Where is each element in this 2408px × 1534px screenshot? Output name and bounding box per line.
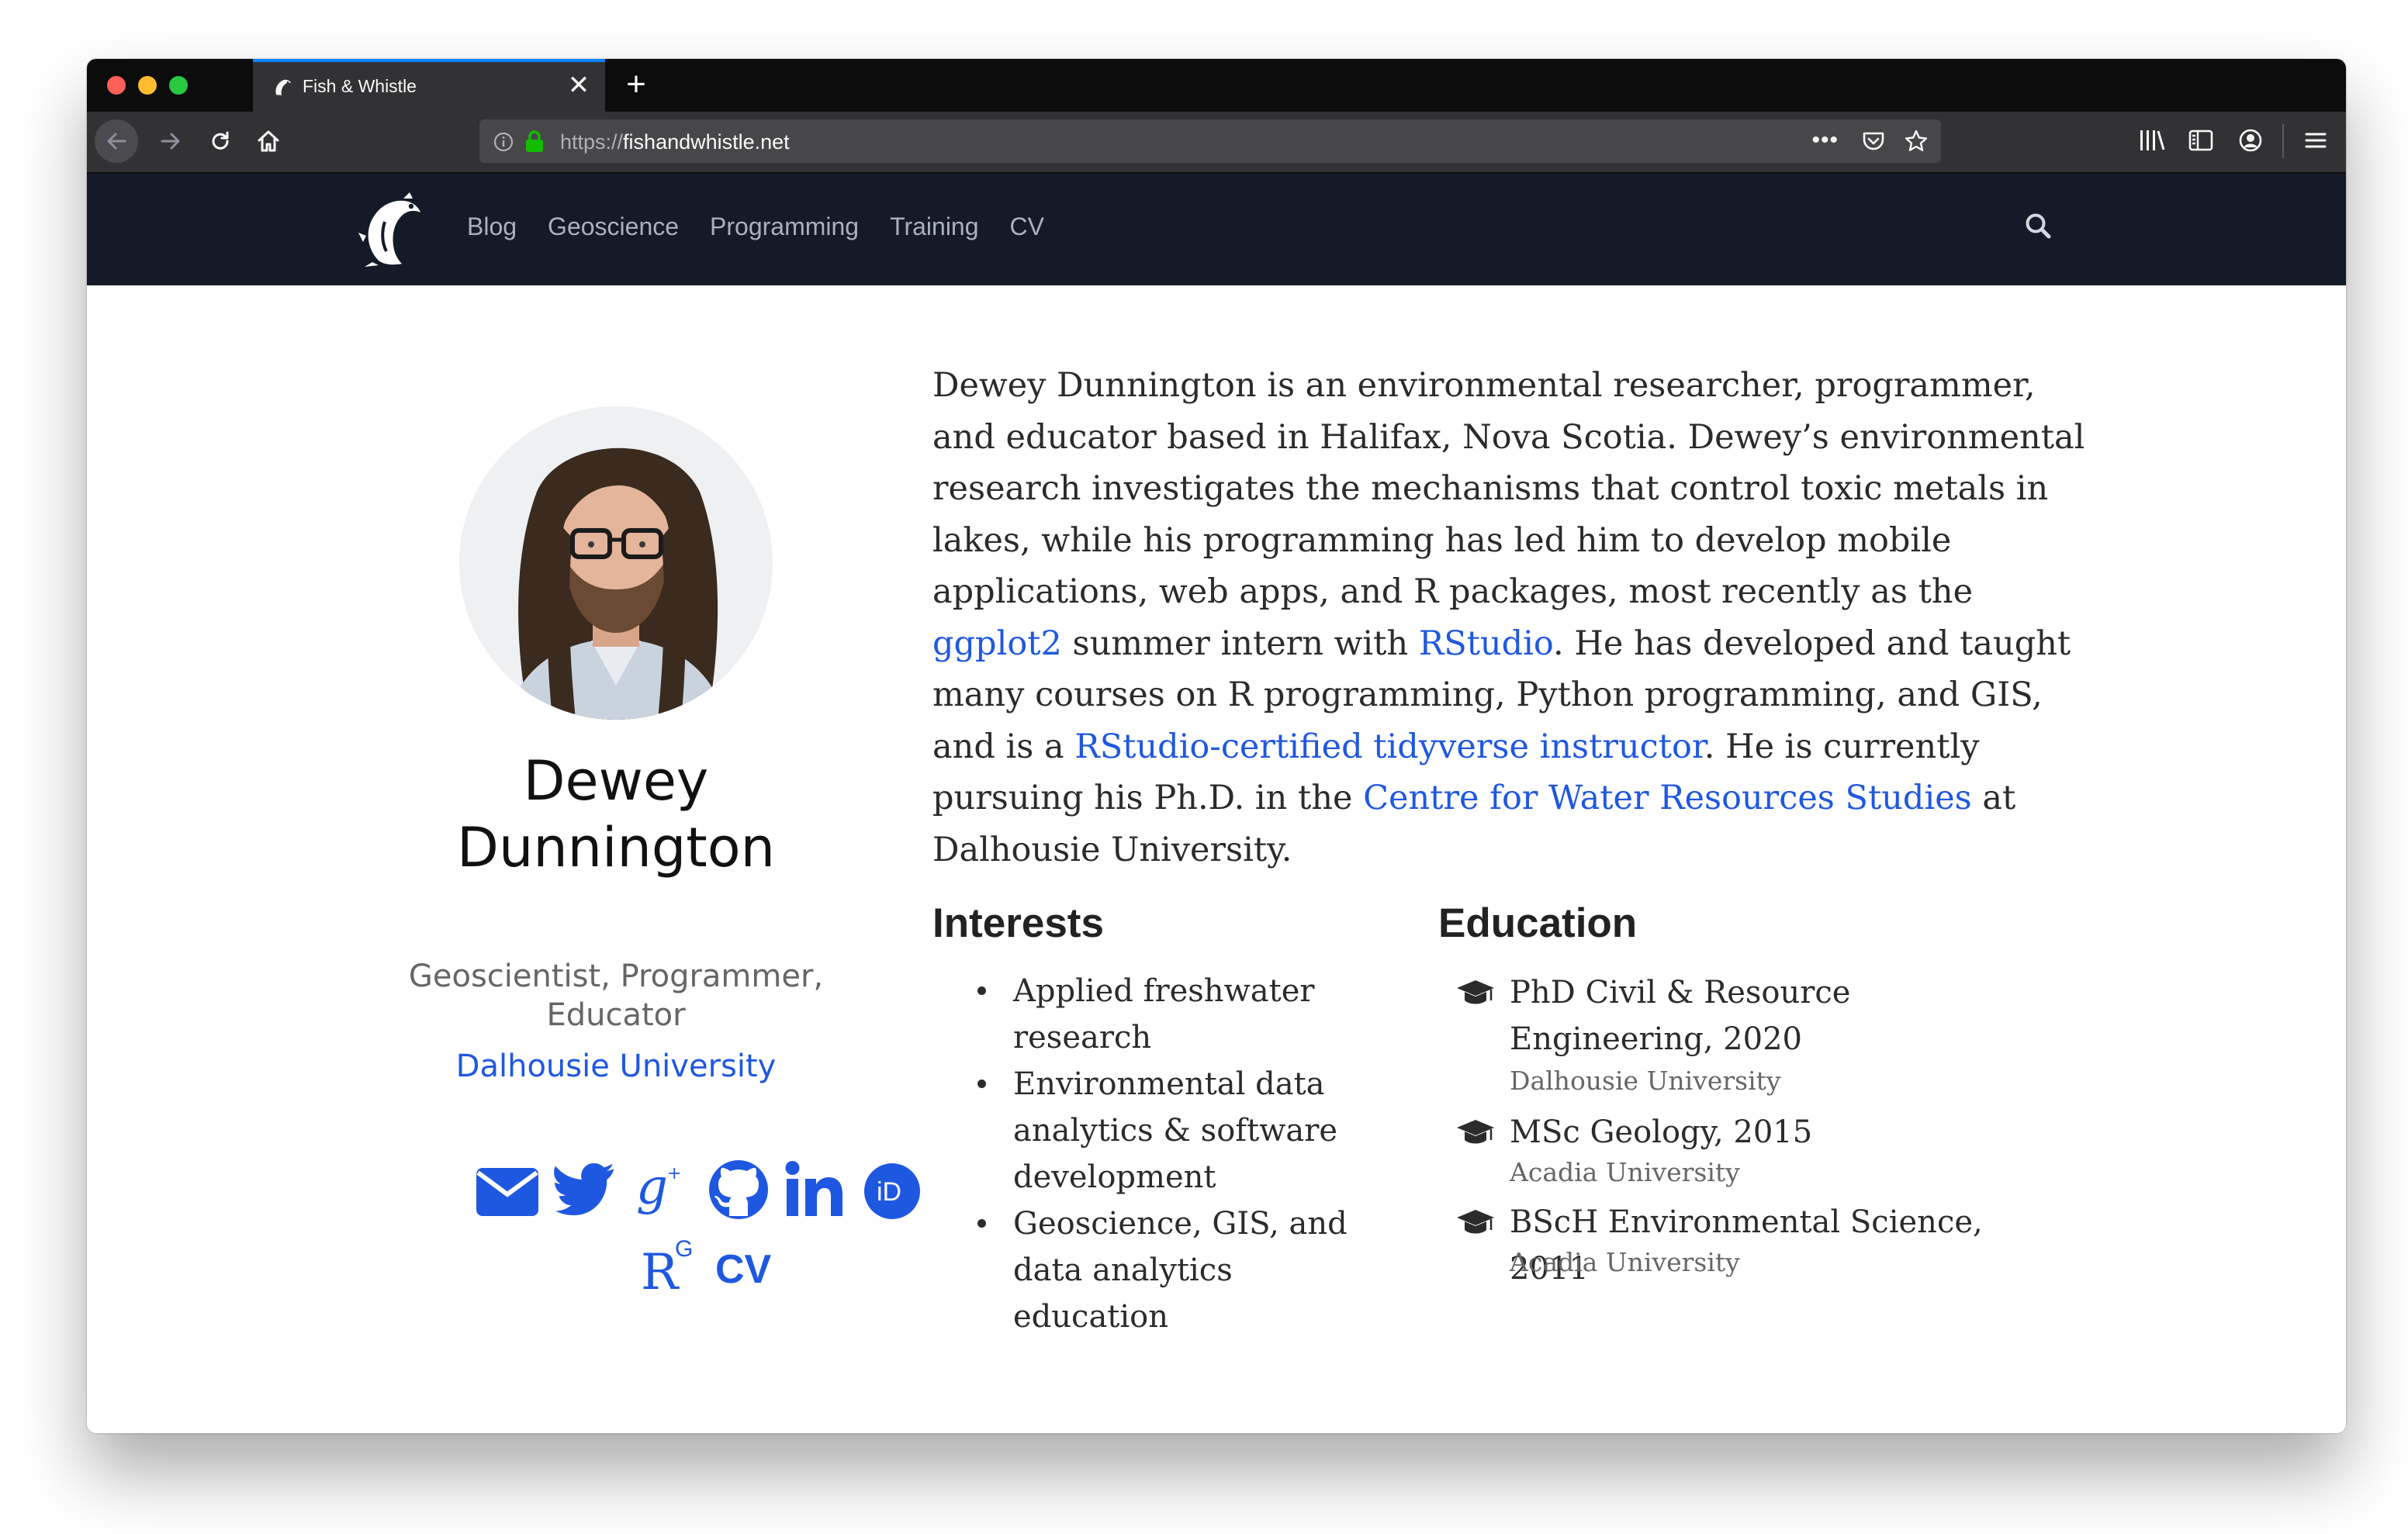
tab-title: Fish & Whistle [303, 76, 417, 96]
sidebar-toggle-icon[interactable] [2188, 127, 2214, 154]
linkedin-icon[interactable] [785, 1160, 844, 1218]
site-info-icon[interactable] [493, 132, 514, 152]
list-item: Applied freshwater research [977, 968, 1396, 1061]
cwrs-link[interactable]: Centre for Water Resources Studies [1363, 779, 1972, 817]
back-arrow-icon [107, 133, 126, 150]
nav-link-programming[interactable]: Programming [710, 212, 859, 241]
browser-toolbar: https://fishandwhistle.net ••• [87, 112, 2346, 174]
ggplot2-link[interactable]: ggplot2 [932, 624, 1062, 663]
tidyverse-instructor-link[interactable]: RStudio-certified tidyverse instructor [1074, 727, 1704, 766]
nav-link-blog[interactable]: Blog [467, 212, 517, 241]
education-degree: MSc Geology, 2015 [1510, 1114, 1813, 1150]
account-icon[interactable] [2237, 127, 2264, 154]
toolbar-separator [2282, 124, 2284, 158]
reload-icon [212, 131, 229, 150]
google-scholar-icon[interactable]: g + [635, 1160, 689, 1222]
home-icon [258, 130, 279, 152]
tab-bar: Fish & Whistle ✕ + [87, 59, 2346, 112]
orcid-label: iD [877, 1177, 901, 1207]
education-school: Acadia University [1510, 1157, 1740, 1187]
url-text[interactable]: https://fishandwhistle.net [560, 130, 790, 154]
profile-name: Dewey Dunnington [457, 749, 775, 879]
list-item: Environmental data analytics & software … [977, 1061, 1396, 1201]
lock-icon [526, 130, 543, 152]
web-page: Blog Geoscience Programming Training CV [87, 174, 2346, 1433]
profile-organization-link[interactable]: Dalhousie University [397, 1049, 835, 1084]
nav-link-training[interactable]: Training [890, 212, 978, 241]
graduation-cap-icon [1457, 1120, 1494, 1144]
education-degree: PhD Civil & Resource Engineering, 2020 [1510, 975, 1851, 1057]
close-window-button[interactable] [107, 76, 126, 95]
education-degree: BScH Environmental Science, 2011 [1510, 1204, 1983, 1287]
site-navbar: Blog Geoscience Programming Training CV [87, 174, 2346, 285]
minimize-window-button[interactable] [138, 76, 157, 95]
svg-text:g: g [636, 1160, 668, 1216]
interests-heading: Interests [932, 900, 1104, 946]
library-icon[interactable] [2138, 127, 2166, 154]
education-heading: Education [1438, 900, 1638, 946]
hamburger-menu-icon[interactable] [2302, 127, 2329, 154]
bookmark-star-icon[interactable] [1904, 129, 1929, 154]
email-icon[interactable] [475, 1166, 540, 1218]
new-tab-button[interactable]: + [618, 67, 655, 104]
fish-whistle-logo-icon[interactable] [355, 191, 424, 268]
bio-text: Dewey Dunnington is an environmental res… [932, 366, 2085, 611]
url-host: fishandwhistle.net [623, 130, 790, 154]
profile-avatar [459, 406, 773, 720]
researchgate-superscript: G [675, 1236, 693, 1262]
rstudio-link[interactable]: RStudio [1419, 624, 1553, 663]
site-menu: Blog Geoscience Programming Training CV [467, 212, 1044, 241]
forward-button[interactable] [149, 119, 192, 163]
cv-icon[interactable]: CV [714, 1241, 776, 1290]
nav-link-cv[interactable]: CV [1010, 212, 1044, 241]
nav-link-geoscience[interactable]: Geoscience [548, 212, 679, 241]
bio-text: summer intern with [1061, 624, 1419, 663]
reload-button[interactable] [199, 119, 242, 163]
researchgate-label: R [641, 1244, 680, 1295]
home-button[interactable] [247, 119, 290, 163]
twitter-icon[interactable] [552, 1163, 618, 1219]
interests-list: Applied freshwater research Environmenta… [977, 968, 1396, 1340]
tab-fish-and-whistle[interactable]: Fish & Whistle ✕ [253, 59, 605, 112]
forward-arrow-icon [161, 133, 180, 150]
bio-paragraph: Dewey Dunnington is an environmental res… [932, 360, 2096, 876]
page-actions-icon[interactable]: ••• [1811, 127, 1839, 154]
profile-role: Geoscientist, Programmer, Educator [408, 959, 824, 1033]
close-tab-icon[interactable]: ✕ [563, 70, 594, 101]
graduation-cap-icon [1457, 980, 1494, 1004]
researchgate-icon[interactable]: R G [641, 1230, 703, 1295]
address-bar[interactable]: https://fishandwhistle.net ••• [479, 119, 1941, 163]
list-item: Geoscience, GIS, and data analytics educ… [977, 1201, 1396, 1340]
svg-text:+: + [667, 1164, 681, 1183]
education-school: Dalhousie University [1510, 1066, 1781, 1096]
profile-photo [459, 406, 773, 720]
fish-favicon-icon [275, 79, 291, 95]
orcid-icon[interactable]: iD [863, 1162, 922, 1221]
zoom-window-button[interactable] [169, 76, 188, 95]
back-button[interactable] [95, 119, 138, 163]
browser-window: Fish & Whistle ✕ + https://fishandwhistl… [87, 59, 2346, 1433]
pocket-icon[interactable] [1862, 130, 1885, 152]
graduation-cap-icon [1457, 1210, 1494, 1234]
search-icon[interactable] [2023, 211, 2053, 240]
url-protocol: https:// [560, 130, 624, 154]
cv-label: CV [715, 1247, 772, 1290]
education-school: Acadia University [1510, 1247, 1740, 1277]
github-icon[interactable] [708, 1159, 770, 1221]
